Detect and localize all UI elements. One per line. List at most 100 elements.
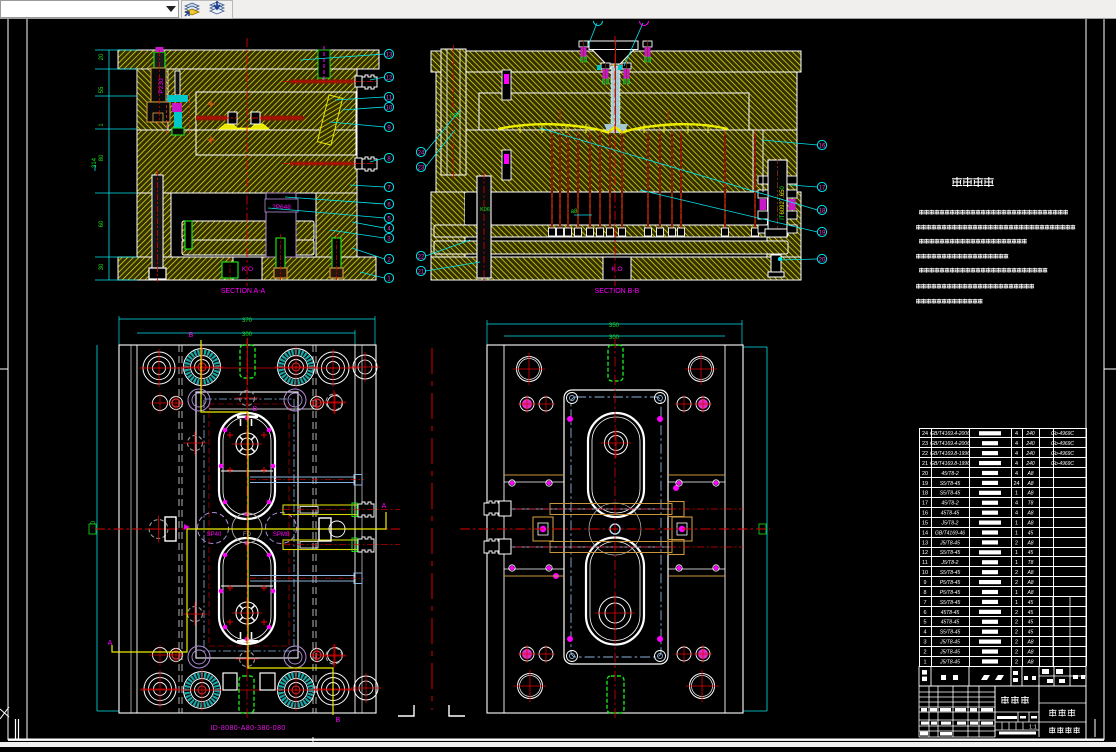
svg-text:T8: T8 <box>1028 501 1034 507</box>
svg-text:A8: A8 <box>1026 640 1033 646</box>
svg-text:a8: a8 <box>571 209 578 215</box>
svg-text:4: 4 <box>1015 471 1018 477</box>
svg-text:S5/T8-45: S5/T8-45 <box>940 491 961 497</box>
svg-text:20: 20 <box>99 53 105 60</box>
svg-text:SPM8: SPM8 <box>273 532 290 538</box>
svg-text:GB/T4169.4-2006: GB/T4169.4-2006 <box>930 431 970 437</box>
svg-text:6: 6 <box>923 610 926 616</box>
svg-text:1: 1 <box>1015 590 1018 596</box>
svg-text:2: 2 <box>923 649 926 655</box>
svg-text:4: 4 <box>1015 441 1018 447</box>
svg-text:22: 22 <box>922 451 928 457</box>
svg-text:45: 45 <box>1028 530 1034 536</box>
svg-text:Gb-4969C: Gb-4969C <box>1051 461 1074 467</box>
svg-text:4: 4 <box>1015 501 1018 507</box>
svg-text:GB/T4169.4-2006: GB/T4169.4-2006 <box>930 441 970 447</box>
svg-text:K06: K06 <box>480 207 490 213</box>
svg-text:2: 2 <box>1015 659 1018 665</box>
svg-text:60: 60 <box>99 220 105 227</box>
svg-text:A8: A8 <box>1026 580 1033 586</box>
svg-text:B: B <box>253 406 258 413</box>
svg-text:SECTION B-B: SECTION B-B <box>595 288 640 295</box>
svg-text:370: 370 <box>242 318 253 324</box>
svg-text:4: 4 <box>1015 451 1018 457</box>
svg-text:Gb-4969C: Gb-4969C <box>1051 451 1074 457</box>
svg-text:350: 350 <box>609 323 620 329</box>
svg-text:2: 2 <box>1015 640 1018 646</box>
svg-text:3: 3 <box>923 640 926 646</box>
svg-text:S5/T8-45: S5/T8-45 <box>940 600 961 606</box>
svg-text:1: 1 <box>1015 560 1018 566</box>
svg-text:A8: A8 <box>1026 649 1033 655</box>
svg-text:80: 80 <box>99 154 105 161</box>
svg-text:21: 21 <box>922 461 928 467</box>
svg-text:11: 11 <box>386 95 393 101</box>
svg-text:45: 45 <box>1028 630 1034 636</box>
svg-text:S5/T8-45: S5/T8-45 <box>940 550 961 556</box>
svg-text:23: 23 <box>418 165 425 171</box>
svg-text:10: 10 <box>386 105 393 111</box>
svg-text:22: 22 <box>418 254 425 260</box>
svg-text:SECTION A-A: SECTION A-A <box>221 288 266 295</box>
svg-text:24: 24 <box>922 431 928 437</box>
svg-text:2: 2 <box>1015 540 1018 546</box>
svg-text:300: 300 <box>609 335 620 341</box>
svg-text:J5/T8-45: J5/T8-45 <box>939 649 960 655</box>
svg-text:13: 13 <box>922 540 928 546</box>
svg-text:45: 45 <box>1028 620 1034 626</box>
svg-text:240: 240 <box>1025 431 1035 437</box>
svg-text:45T8-45: 45T8-45 <box>941 620 960 626</box>
svg-text:17: 17 <box>819 185 826 191</box>
svg-text:GB/T4169.8-1996: GB/T4169.8-1996 <box>930 461 970 467</box>
svg-text:45/T8-2: 45/T8-2 <box>941 501 958 507</box>
svg-text:J5/T8-2: J5/T8-2 <box>941 560 959 566</box>
svg-text:J5/T8-2: J5/T8-2 <box>941 520 959 526</box>
svg-text:S5/T8-45: S5/T8-45 <box>940 481 961 487</box>
svg-text:45: 45 <box>1028 600 1034 606</box>
svg-text:45T8-45: 45T8-45 <box>941 610 960 616</box>
svg-text:4: 4 <box>1015 431 1018 437</box>
svg-text:240: 240 <box>1025 461 1035 467</box>
svg-text:2: 2 <box>1015 620 1018 626</box>
svg-text:1: 1 <box>1015 550 1018 556</box>
svg-text:10: 10 <box>922 570 928 576</box>
svg-text:2: 2 <box>1015 570 1018 576</box>
svg-text:A8: A8 <box>1026 520 1033 526</box>
svg-text:IT60927.650: IT60927.650 <box>780 185 786 219</box>
svg-text:15: 15 <box>922 520 928 526</box>
svg-text:20: 20 <box>819 257 826 263</box>
svg-text:18: 18 <box>819 208 826 214</box>
svg-text:1: 1 <box>923 659 926 665</box>
svg-text:45T8-45: 45T8-45 <box>941 511 960 517</box>
svg-text:SP40: SP40 <box>207 532 222 538</box>
svg-text:B: B <box>336 717 341 724</box>
svg-text:45: 45 <box>1028 550 1034 556</box>
svg-text:1: 1 <box>1015 491 1018 497</box>
svg-text:J5/T8-45: J5/T8-45 <box>939 640 960 646</box>
svg-text:240: 240 <box>1025 441 1035 447</box>
svg-text:4: 4 <box>1015 511 1018 517</box>
svg-text:18: 18 <box>922 491 928 497</box>
svg-text:23: 23 <box>922 441 928 447</box>
svg-text:16: 16 <box>819 143 826 149</box>
svg-text:4: 4 <box>1015 461 1018 467</box>
svg-text:19: 19 <box>922 481 928 487</box>
svg-text:55: 55 <box>99 86 105 93</box>
svg-text:S5/T8-45: S5/T8-45 <box>940 570 961 576</box>
svg-text:P230: P230 <box>158 78 165 94</box>
svg-text:16: 16 <box>922 511 928 517</box>
svg-text:300: 300 <box>242 332 253 338</box>
svg-text:12: 12 <box>386 75 393 81</box>
svg-text:K.O: K.O <box>242 266 253 273</box>
svg-text:A8: A8 <box>1026 491 1033 497</box>
svg-text:1: 1 <box>1015 520 1018 526</box>
svg-text:9: 9 <box>923 580 926 586</box>
svg-text:A8: A8 <box>1026 590 1033 596</box>
svg-text:8: 8 <box>923 590 926 596</box>
svg-text:24: 24 <box>418 150 425 156</box>
svg-text:2: 2 <box>1015 610 1018 616</box>
svg-text:B: B <box>189 332 194 339</box>
svg-text:Gb-4969C: Gb-4969C <box>1051 431 1074 437</box>
svg-text:S5/T8-45: S5/T8-45 <box>940 630 961 636</box>
svg-text:2: 2 <box>1015 630 1018 636</box>
